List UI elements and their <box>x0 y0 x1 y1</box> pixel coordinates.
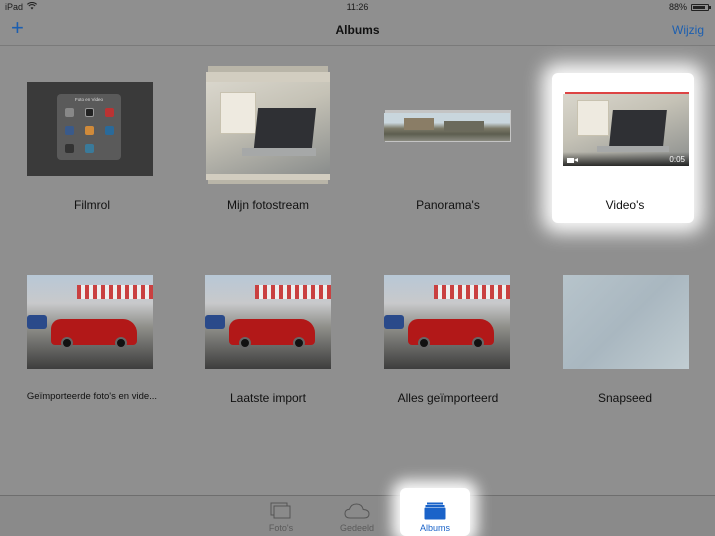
album-thumbnail <box>368 70 528 190</box>
album-cover-image <box>384 275 510 369</box>
tab-label: Foto's <box>268 523 294 533</box>
album-panoramas[interactable]: Panorama's <box>368 70 528 220</box>
status-bar: iPad 11:26 88% <box>0 0 715 14</box>
album-videos[interactable]: 0:05 Video's <box>545 70 705 220</box>
cloud-icon <box>344 502 370 525</box>
tab-albums[interactable]: Albums <box>400 496 470 536</box>
video-camera-icon <box>567 158 578 163</box>
album-label: Video's <box>605 198 645 212</box>
album-cover-image <box>563 275 689 369</box>
album-label: Laatste import <box>229 391 307 405</box>
navigation-bar: + Albums Wijzig <box>0 14 715 46</box>
status-time: 11:26 <box>346 2 369 12</box>
folder-icon: Foto en Video <box>57 94 121 160</box>
album-thumbnail <box>188 66 348 190</box>
album-thumbnail <box>368 263 528 383</box>
video-duration: 0:05 <box>669 155 685 164</box>
tab-label: Albums <box>419 523 450 533</box>
album-label: Geïmporteerde foto's en vide... <box>26 391 158 402</box>
album-label: Snapseed <box>597 391 653 405</box>
album-cover-image <box>206 82 330 174</box>
edit-button[interactable]: Wijzig <box>672 23 704 37</box>
album-cover-image <box>384 113 510 141</box>
video-info-bar: 0:05 <box>563 152 689 166</box>
album-alles-geimporteerd[interactable]: Alles geïmporteerd <box>368 263 528 413</box>
battery-percent: 88% <box>668 2 687 12</box>
album-cover-image <box>205 275 331 369</box>
album-label: Mijn fotostream <box>226 198 310 212</box>
album-thumbnail: 0:05 <box>545 70 705 190</box>
album-mijn-fotostream[interactable]: Mijn fotostream <box>188 66 348 220</box>
album-thumbnail: Foto en Video <box>12 70 172 190</box>
albums-icon <box>424 502 446 525</box>
album-geimporteerde-fotos[interactable]: Geïmporteerde foto's en vide... <box>12 263 172 413</box>
album-thumbnail <box>12 263 172 383</box>
tab-bar: Foto's Gedeeld Albums <box>0 488 715 536</box>
album-cover-image: 0:05 <box>563 94 689 166</box>
page-title: Albums <box>335 23 380 37</box>
album-filmrol[interactable]: Foto en Video Filmrol <box>12 70 172 220</box>
tab-shared[interactable]: Gedeeld <box>322 496 392 536</box>
album-snapseed[interactable]: Snapseed <box>545 263 705 413</box>
album-label: Filmrol <box>74 198 110 212</box>
album-label: Panorama's <box>416 198 480 212</box>
tab-label: Gedeeld <box>339 523 375 533</box>
album-laatste-import[interactable]: Laatste import <box>188 263 348 413</box>
folder-title: Foto en Video <box>75 97 103 102</box>
album-thumbnail <box>545 263 705 383</box>
battery-icon <box>691 3 711 11</box>
tab-photos[interactable]: Foto's <box>246 496 316 536</box>
album-cover-image <box>27 275 153 369</box>
photos-icon <box>270 502 292 525</box>
album-thumbnail <box>188 263 348 383</box>
album-label: Alles geïmporteerd <box>397 391 499 405</box>
album-cover-image: Foto en Video <box>27 82 153 176</box>
